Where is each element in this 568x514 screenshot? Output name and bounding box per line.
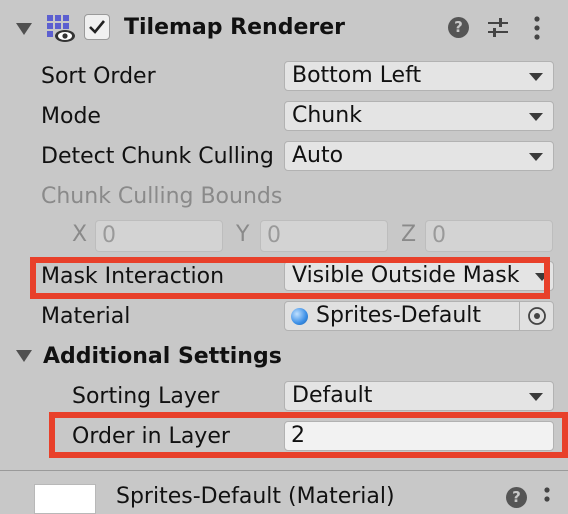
bounds-y-label: Y (236, 222, 250, 247)
material-value: Sprites-Default (316, 303, 482, 328)
sort-order-label: Sort Order (41, 64, 156, 89)
bounds-x-label: X (72, 222, 88, 247)
component-enabled-checkbox[interactable] (84, 14, 110, 40)
sorting-layer-value: Default (292, 383, 373, 408)
bounds-z-label: Z (401, 222, 417, 247)
chevron-down-icon (529, 113, 543, 121)
chevron-down-icon (529, 153, 543, 161)
detect-chunk-culling-label: Detect Chunk Culling (41, 144, 274, 169)
detect-chunk-culling-value: Auto (292, 143, 344, 168)
bounds-x-value: 0 (102, 223, 116, 248)
material-panel-title: Sprites-Default (Material) (116, 484, 395, 509)
sort-order-value: Bottom Left (292, 63, 422, 88)
mode-dropdown[interactable]: Chunk (284, 101, 554, 131)
mode-value: Chunk (292, 103, 362, 128)
sort-order-dropdown[interactable]: Bottom Left (284, 61, 554, 91)
mask-interaction-highlight (30, 257, 550, 299)
material-preview-thumbnail (34, 484, 96, 514)
component-title: Tilemap Renderer (124, 15, 345, 40)
material-field[interactable]: Sprites-Default (284, 301, 554, 331)
checkmark-icon (89, 20, 106, 34)
bounds-z-field: 0 (425, 220, 553, 252)
object-picker-icon[interactable] (519, 302, 553, 330)
order-in-layer-highlight (49, 412, 568, 458)
presets-icon[interactable] (486, 16, 510, 40)
sorting-layer-label: Sorting Layer (72, 384, 220, 409)
material-sphere-icon (291, 308, 308, 325)
detect-chunk-culling-dropdown[interactable]: Auto (284, 141, 554, 171)
tilemap-renderer-icon (46, 14, 76, 44)
chevron-down-icon (529, 73, 543, 81)
material-help-icon[interactable]: ? (506, 487, 527, 508)
component-divider (0, 470, 568, 471)
bounds-x-field: 0 (95, 220, 223, 252)
material-label: Material (41, 304, 131, 329)
sorting-layer-dropdown[interactable]: Default (284, 381, 554, 411)
chunk-culling-bounds-label: Chunk Culling Bounds (41, 184, 283, 209)
mode-label: Mode (41, 104, 101, 129)
additional-settings-foldout-arrow-icon[interactable] (16, 350, 32, 362)
chevron-down-icon (529, 393, 543, 401)
component-foldout-arrow-icon[interactable] (16, 23, 32, 35)
additional-settings-header[interactable]: Additional Settings (43, 344, 282, 370)
bounds-z-value: 0 (432, 223, 446, 248)
bounds-y-value: 0 (267, 223, 281, 248)
material-menu-kebab-icon[interactable] (542, 486, 552, 506)
component-menu-kebab-icon[interactable] (532, 15, 542, 41)
help-icon[interactable]: ? (448, 17, 469, 38)
bounds-y-field: 0 (260, 220, 388, 252)
